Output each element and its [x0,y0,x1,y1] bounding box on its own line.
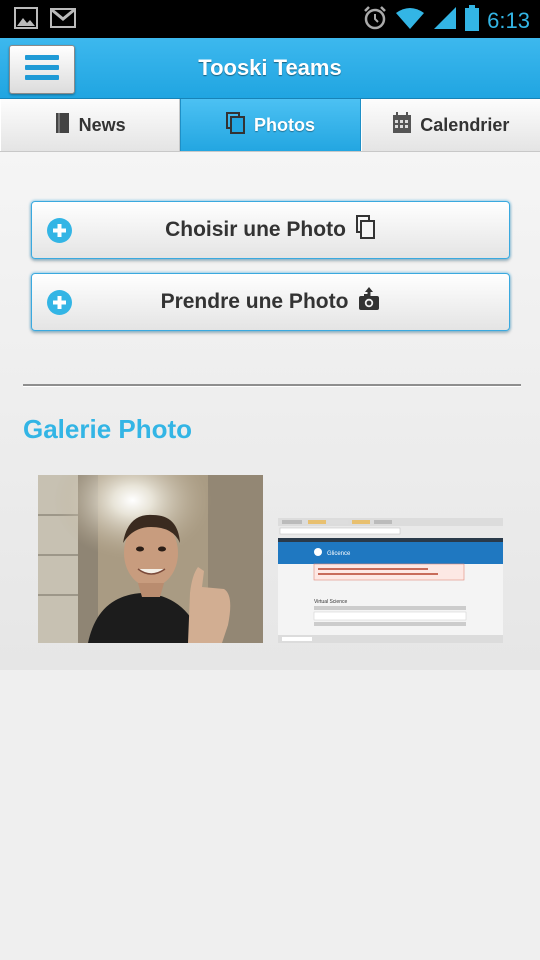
tab-calendrier[interactable]: Calendrier [360,99,540,151]
app-header: Tooski Teams [0,38,540,99]
empty-area [0,670,540,960]
gallery-photo-selfie[interactable] [38,475,263,643]
tab-calendrier-label: Calendrier [420,114,510,135]
gallery-photo-screenshot[interactable]: Glicence Virtual Science [278,518,503,643]
book-icon [55,112,71,139]
plus-circle-icon [47,290,72,315]
plus-circle-icon [47,218,72,243]
thumb-section-title: Virtual Science [314,599,347,605]
tab-news-label: News [78,114,126,135]
signal-icon [433,6,457,35]
thumb-site-name: Glicence [327,551,351,557]
image-icon [14,7,38,34]
photos-icon [225,111,246,139]
section-divider [23,384,521,387]
tab-photos[interactable]: Photos [180,99,361,151]
status-bar: 6:13 [0,0,540,38]
clock: 6:13 [487,7,530,33]
battery-icon [465,5,480,36]
menu-button[interactable] [9,45,75,94]
tab-bar: News Photos Calendrier [0,99,540,152]
choose-photo-label: Choisir une Photo [165,218,346,241]
calendar-icon [392,111,412,139]
app-title: Tooski Teams [198,55,342,80]
photos-page: Choisir une Photo Prendre une Photo Gale… [0,152,540,670]
choose-photo-button[interactable]: Choisir une Photo [31,201,510,259]
take-photo-button[interactable]: Prendre une Photo [31,273,510,331]
gallery-title: Galerie Photo [23,414,193,444]
wifi-icon [395,6,425,35]
take-photo-label: Prendre une Photo [160,290,349,313]
camera-icon [358,287,380,317]
hamburger-menu-icon [25,54,59,85]
tab-news[interactable]: News [0,99,181,151]
tab-photos-label: Photos [253,114,315,135]
gmail-icon [50,7,76,34]
copy-photos-icon [355,215,376,245]
alarm-icon [363,5,387,36]
